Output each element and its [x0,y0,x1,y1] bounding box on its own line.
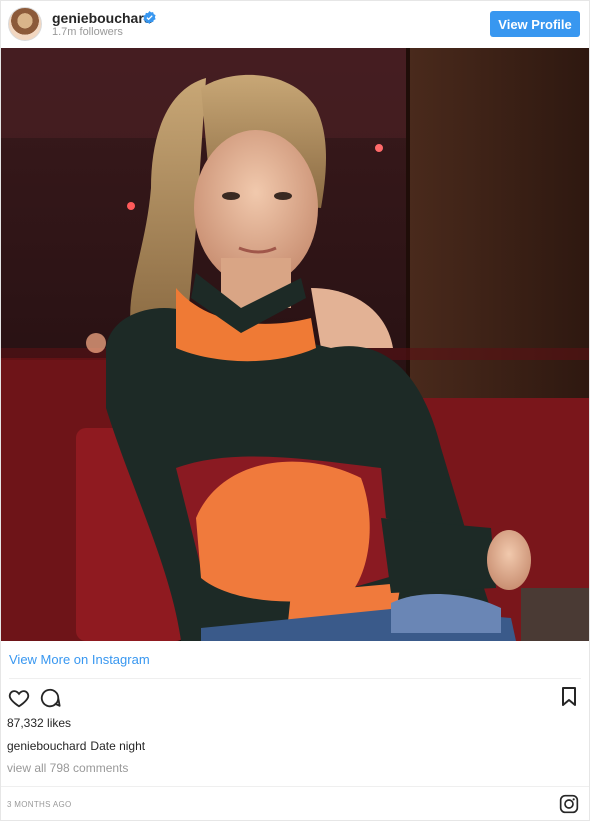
view-more-on-instagram-link[interactable]: View More on Instagram [9,652,150,667]
bookmark-icon[interactable] [561,687,577,707]
view-profile-button[interactable]: View Profile [490,11,580,37]
follower-count: 1.7m followers [52,26,123,38]
verified-badge-icon [143,11,156,24]
divider [1,786,589,787]
instagram-embed-card: geniebouchard 1.7m followers View Profil… [0,0,590,821]
post-photo-illustration [1,48,589,641]
caption-text: Date night [90,739,146,753]
avatar[interactable] [8,7,42,41]
comment-bubble-icon[interactable] [39,687,61,709]
instagram-logo-icon[interactable] [559,794,579,814]
caption-username[interactable]: geniebouchard [7,739,86,753]
username-link[interactable]: geniebouchard [52,10,152,26]
post-caption: geniebouchard Date night [7,739,145,753]
divider [9,678,581,679]
view-all-comments-link[interactable]: view all 798 comments [7,761,128,775]
heart-icon[interactable] [8,687,30,709]
post-timestamp[interactable]: 3 MONTHS AGO [7,800,72,809]
like-count[interactable]: 87,332 likes [7,716,71,730]
post-header: geniebouchard 1.7m followers View Profil… [1,1,589,48]
post-photo[interactable] [1,48,589,641]
